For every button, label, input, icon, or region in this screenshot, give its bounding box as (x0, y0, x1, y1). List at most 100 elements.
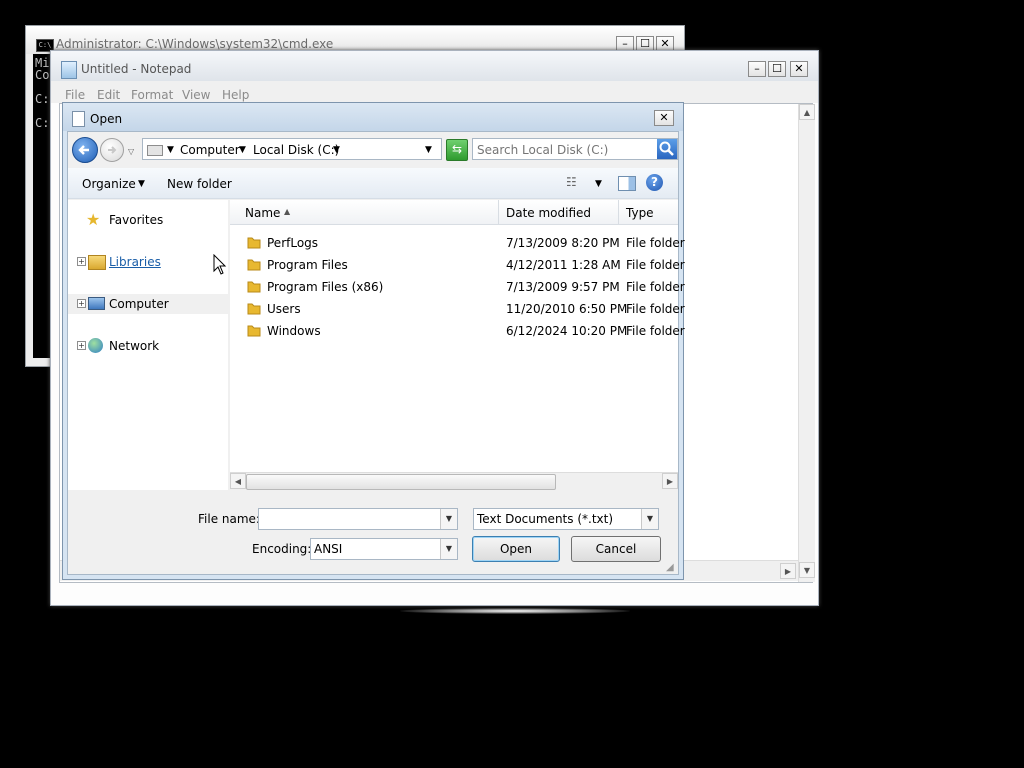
menu-file[interactable]: File (65, 88, 85, 102)
file-name: Users (267, 302, 301, 316)
file-name: PerfLogs (267, 236, 319, 250)
search-box[interactable] (472, 138, 678, 160)
scroll-down-icon[interactable]: ▼ (799, 562, 815, 578)
file-type: File folder (626, 302, 685, 316)
file-name-combobox[interactable]: ▼ (258, 508, 458, 530)
nav-item-favorites[interactable]: ★ Favorites (68, 210, 228, 230)
chevron-down-icon[interactable]: ▼ (641, 509, 658, 529)
notepad-maximize-button[interactable]: ☐ (768, 61, 786, 77)
file-row[interactable]: PerfLogs 7/13/2009 8:20 PM File folder (230, 232, 685, 254)
refresh-icon[interactable]: ⇆ (446, 139, 468, 161)
menu-edit[interactable]: Edit (97, 88, 120, 102)
open-dialog[interactable]: Open ✕ ▽ ▼ Computer ▼ Local Disk (C:) ▼ … (62, 102, 685, 580)
open-button[interactable]: Open (472, 536, 560, 562)
dialog-icon (72, 111, 85, 127)
file-list-horizontal-scrollbar[interactable]: ◀ ▶ (230, 472, 678, 490)
organize-button[interactable]: Organize (82, 177, 136, 191)
console-line: C: (35, 92, 50, 106)
expand-icon[interactable]: + (77, 341, 86, 350)
notepad-minimize-button[interactable]: – (748, 61, 766, 77)
preview-pane-icon[interactable] (618, 176, 636, 191)
cmd-title: Administrator: C:\Windows\system32\cmd.e… (56, 37, 334, 51)
search-input[interactable] (475, 140, 651, 159)
nav-item-libraries[interactable]: + Libraries (68, 252, 228, 272)
chevron-down-icon[interactable]: ▼ (440, 509, 457, 529)
nav-item-label: Computer (109, 297, 169, 311)
file-type: File folder (626, 324, 685, 338)
nav-item-network[interactable]: + Network (68, 336, 228, 356)
back-button[interactable] (72, 137, 98, 163)
encoding-select[interactable]: ANSI ▼ (310, 538, 458, 560)
column-date-modified[interactable]: Date modified (506, 206, 591, 220)
taskbar-glow (400, 608, 630, 614)
file-row[interactable]: Users 11/20/2010 6:50 PM File folder (230, 298, 685, 320)
notepad-menubar: File Edit Format View Help (51, 81, 818, 103)
chevron-down-icon[interactable]: ▼ (440, 539, 457, 559)
dialog-titlebar[interactable]: Open ✕ (63, 103, 683, 131)
address-dropdown-icon[interactable]: ▼ (425, 145, 432, 155)
file-type-select[interactable]: Text Documents (*.txt) ▼ (473, 508, 659, 530)
menu-help[interactable]: Help (222, 88, 249, 102)
breadcrumb-sep-icon[interactable]: ▼ (167, 145, 174, 155)
nav-item-label: Favorites (109, 213, 164, 227)
column-header: Name ▲ Date modified Type (230, 200, 678, 225)
notepad-close-button[interactable]: ✕ (790, 61, 808, 77)
folder-icon (247, 281, 261, 293)
breadcrumb-sep-icon[interactable]: ▼ (333, 145, 340, 155)
dialog-close-button[interactable]: ✕ (654, 110, 674, 126)
file-name: Windows (267, 324, 321, 338)
forward-arrow-icon (108, 146, 117, 154)
dialog-footer: File name: ▼ Text Documents (*.txt) ▼ En… (68, 492, 678, 574)
cancel-button[interactable]: Cancel (571, 536, 661, 562)
mouse-cursor-icon (213, 254, 227, 275)
breadcrumb-sep-icon[interactable]: ▼ (239, 145, 246, 155)
nav-item-computer[interactable]: + Computer (68, 294, 228, 314)
file-row[interactable]: Program Files (x86) 7/13/2009 9:57 PM Fi… (230, 276, 685, 298)
recent-pages-icon[interactable]: ▽ (128, 147, 134, 156)
expand-icon[interactable]: + (77, 299, 86, 308)
file-date: 11/20/2010 6:50 PM (506, 302, 628, 316)
file-name-input[interactable] (261, 510, 441, 529)
file-row[interactable]: Program Files 4/12/2011 1:28 AM File fol… (230, 254, 685, 276)
navigation-pane[interactable]: ★ Favorites + Libraries + Computer + Net… (68, 200, 228, 490)
column-name[interactable]: Name (245, 206, 280, 220)
scroll-left-icon[interactable]: ◀ (230, 473, 246, 489)
file-name-label: File name: (198, 512, 260, 526)
scroll-thumb[interactable] (246, 474, 556, 490)
folder-icon (247, 237, 261, 249)
file-date: 6/12/2024 10:20 PM (506, 324, 628, 338)
file-type: File folder (626, 280, 685, 294)
scroll-right-icon[interactable]: ▶ (662, 473, 678, 489)
network-icon (88, 338, 103, 353)
forward-button[interactable] (100, 138, 124, 162)
menu-format[interactable]: Format (131, 88, 173, 102)
encoding-label: Encoding: (252, 542, 312, 556)
view-dropdown-icon[interactable]: ▼ (595, 179, 602, 189)
scroll-right-icon[interactable]: ▶ (780, 563, 796, 579)
search-icon[interactable] (657, 139, 677, 159)
file-type: File folder (626, 236, 685, 250)
column-type[interactable]: Type (626, 206, 654, 220)
breadcrumb-local-disk[interactable]: Local Disk (C:) (253, 143, 339, 157)
notepad-vertical-scrollbar[interactable]: ▲ ▼ (798, 104, 815, 582)
notepad-icon (61, 61, 77, 79)
nav-item-label: Libraries (109, 255, 161, 269)
file-row[interactable]: Windows 6/12/2024 10:20 PM File folder (230, 320, 685, 342)
nav-item-label: Network (109, 339, 160, 353)
expand-icon[interactable]: + (77, 257, 86, 266)
notepad-titlebar[interactable]: Untitled - Notepad – ☐ ✕ (51, 51, 818, 81)
back-arrow-icon (78, 145, 89, 155)
organize-dropdown-icon[interactable]: ▼ (138, 179, 145, 189)
scroll-up-icon[interactable]: ▲ (799, 104, 815, 120)
file-name: Program Files (267, 258, 348, 272)
file-list[interactable]: Name ▲ Date modified Type PerfLogs 7/13/… (230, 200, 685, 490)
breadcrumb-computer[interactable]: Computer (180, 143, 240, 157)
resize-grip-icon[interactable]: ◢ (666, 562, 674, 573)
file-date: 7/13/2009 9:57 PM (506, 280, 620, 294)
view-options-icon[interactable]: ☷ (566, 175, 577, 189)
menu-view[interactable]: View (182, 88, 210, 102)
help-icon[interactable]: ? (646, 174, 663, 191)
address-bar[interactable]: ▼ Computer ▼ Local Disk (C:) ▼ ▼ (142, 138, 442, 160)
new-folder-button[interactable]: New folder (167, 177, 232, 191)
libraries-icon (88, 255, 106, 270)
